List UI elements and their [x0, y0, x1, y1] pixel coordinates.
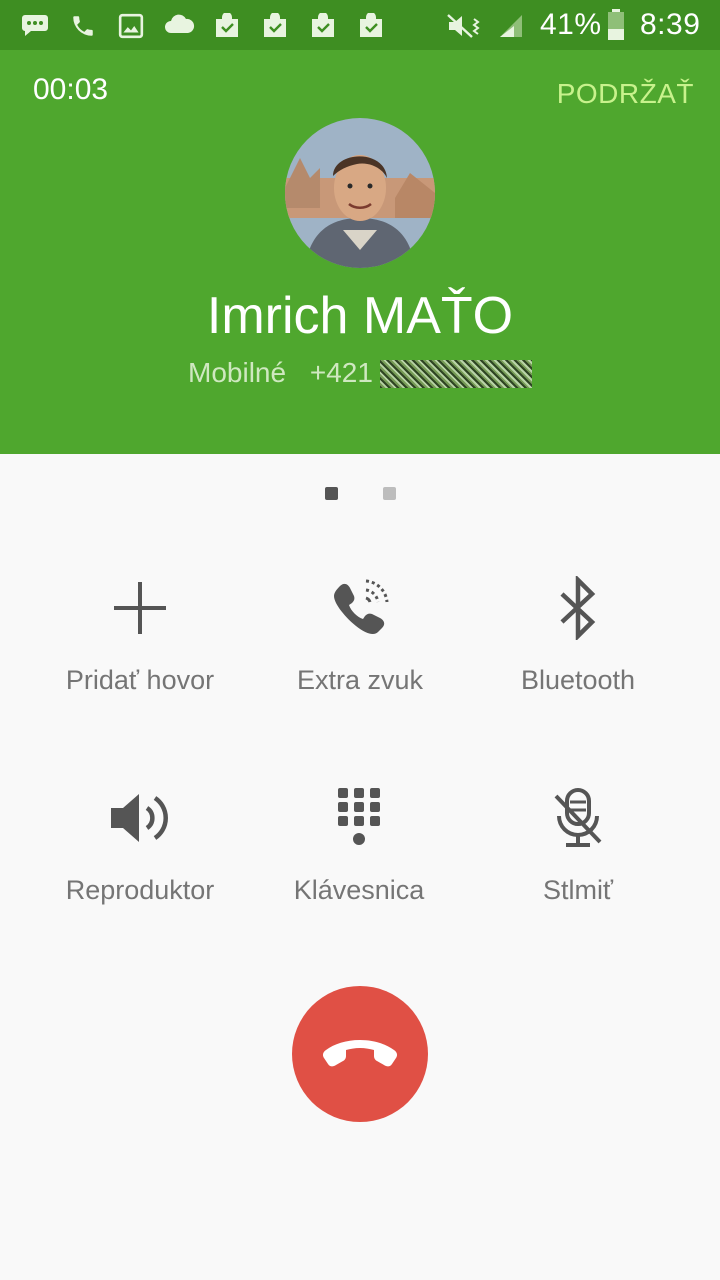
redacted-number [380, 360, 532, 388]
store-icon [261, 12, 289, 44]
store-icon [309, 12, 337, 44]
mic-off-icon [468, 783, 688, 853]
contact-number: Mobilné +421 [188, 357, 532, 389]
keypad-label: Klávesnica [293, 875, 425, 905]
battery-icon [607, 9, 625, 46]
mute-label: Stlmiť [542, 875, 614, 905]
hang-up-icon [320, 1032, 400, 1077]
bluetooth-icon [468, 573, 688, 643]
speaker-button[interactable]: Reproduktor [30, 783, 250, 906]
call-timer: 00:03 [33, 73, 109, 106]
mute-vibrate-icon [446, 13, 486, 44]
clock: 8:39 [640, 8, 701, 41]
dialpad-icon [249, 783, 469, 853]
extra-volume-button[interactable]: Extra zvuk [250, 573, 470, 696]
phone-volume-icon [250, 573, 470, 643]
status-bar: 41% 8:39 [0, 0, 720, 50]
end-call-button[interactable] [292, 986, 428, 1122]
add-call-button[interactable]: Pridať hovor [30, 573, 250, 696]
plus-icon [30, 573, 250, 643]
speaker-label: Reproduktor [65, 875, 215, 905]
contact-name: Imrich MAŤO [206, 287, 514, 345]
phone-icon [70, 13, 96, 44]
page-dot-1[interactable] [325, 487, 338, 500]
messages-icon [21, 13, 49, 42]
store-icon [213, 12, 241, 44]
mute-button[interactable]: Stlmiť [468, 783, 688, 906]
call-header: 00:03 PODRŽAŤ Imrich MAŤO Mobilné +421 [0, 50, 720, 454]
hold-button[interactable]: PODRŽAŤ [557, 78, 694, 110]
contact-avatar [285, 118, 435, 268]
gallery-icon [118, 13, 144, 44]
store-icon [357, 12, 385, 44]
bluetooth-button[interactable]: Bluetooth [468, 573, 688, 696]
number-prefix: +421 [309, 357, 373, 388]
keypad-button[interactable]: Klávesnica [249, 783, 469, 906]
bluetooth-label: Bluetooth [520, 665, 636, 695]
cloud-icon [162, 13, 196, 42]
battery-percent: 41% [540, 8, 602, 41]
add-call-label: Pridať hovor [65, 665, 215, 695]
number-type: Mobilné [188, 357, 287, 388]
speaker-icon [30, 783, 250, 853]
page-dot-2[interactable] [383, 487, 396, 500]
signal-icon [496, 13, 524, 44]
extra-volume-label: Extra zvuk [296, 665, 424, 695]
